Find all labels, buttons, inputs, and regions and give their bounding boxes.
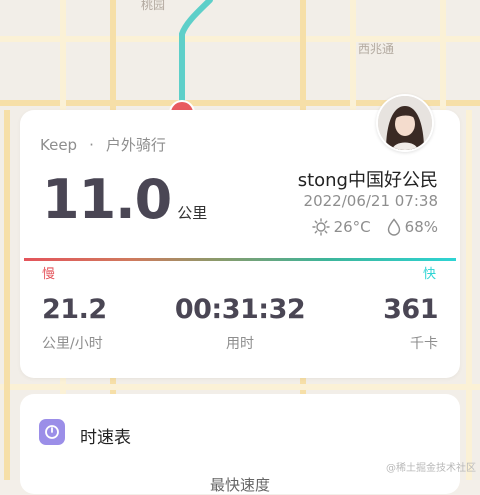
humidity: 68%	[405, 218, 438, 236]
fastest-speed-label: 最快速度	[20, 474, 460, 495]
distance-value: 11.0	[42, 168, 171, 231]
stat-calories: 361 千卡	[383, 294, 438, 353]
speedometer-icon	[39, 419, 65, 445]
distance: 11.0 公里	[42, 168, 207, 231]
activity-datetime: 2022/06/21 07:38	[304, 192, 438, 210]
app-name: Keep	[40, 136, 77, 154]
droplet-icon	[387, 218, 401, 236]
fast-label: 快	[423, 263, 436, 282]
temperature: 26°C	[334, 218, 371, 236]
avatar-image	[378, 96, 432, 150]
watermark: @稀土掘金技术社区	[386, 459, 476, 474]
speedometer-title: 时速表	[80, 423, 131, 448]
avatar[interactable]	[376, 94, 434, 152]
activity-source: Keep · 户外骑行	[40, 134, 166, 155]
calories-label: 千卡	[383, 333, 438, 353]
speed-gradient-bar	[24, 258, 456, 261]
weather-info: 26°C 68%	[312, 218, 438, 236]
calories-value: 361	[383, 294, 438, 325]
sun-icon	[312, 218, 330, 236]
speedometer-card[interactable]: 时速表 最快速度	[20, 394, 460, 494]
source-separator: ·	[89, 136, 94, 154]
user-name[interactable]: stong中国好公民	[298, 166, 438, 192]
distance-unit: 公里	[177, 202, 207, 223]
activity-type: 户外骑行	[106, 134, 166, 155]
slow-label: 慢	[42, 263, 55, 282]
speed-legend: 慢 快	[24, 256, 456, 276]
stats-row: 21.2 公里/小时 00:31:32 用时 361 千卡	[20, 294, 460, 364]
